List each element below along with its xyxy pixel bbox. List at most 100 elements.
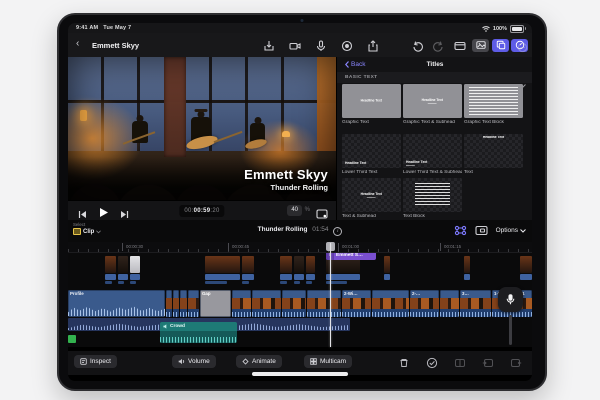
connected-clip[interactable]: [326, 256, 360, 284]
status-bar: 9:41 AMTue May 7 100%: [68, 23, 532, 33]
preset-thumbnail: [403, 178, 462, 212]
clip[interactable]: [440, 290, 459, 317]
titles-browser-icon[interactable]: [492, 39, 509, 52]
insert-clip-icon[interactable]: [482, 356, 494, 368]
media-browser-icon[interactable]: [454, 39, 466, 51]
title-preset-graphic-text[interactable]: Headline Text Graphic Text: [342, 84, 401, 125]
thumb-subhead-line: [428, 103, 437, 104]
clip[interactable]: [282, 290, 306, 317]
timeline-tracks[interactable]: T Emmett S… Profile: [68, 253, 532, 347]
connected-clip[interactable]: [130, 256, 140, 284]
clip[interactable]: [166, 290, 172, 317]
title-preset-graphic-text-subhead[interactable]: Headline Text Graphic Text & Subhead: [403, 84, 462, 125]
connected-clip[interactable]: [306, 256, 315, 284]
clip[interactable]: [232, 290, 251, 317]
panel-title: Titles: [337, 61, 532, 68]
clip[interactable]: [252, 290, 281, 317]
clock: 9:41 AM: [76, 25, 98, 31]
connected-clip[interactable]: [205, 256, 240, 284]
front-camera: [301, 19, 304, 22]
section-header[interactable]: BASIC TEXT: [337, 72, 532, 83]
timeline-scrollbar[interactable]: [509, 315, 512, 345]
connected-clip[interactable]: [384, 256, 390, 280]
title-preset-lower-third-text-subhead[interactable]: Headline Text Lower Third Text & Subhead: [403, 134, 462, 175]
preset-label: Graphic Text Block: [464, 120, 523, 125]
clip[interactable]: [180, 290, 187, 317]
info-icon[interactable]: i: [333, 227, 342, 236]
preset-thumbnail: Headline Text: [403, 84, 462, 118]
clip-label: Profile: [68, 290, 165, 298]
title-preset-text[interactable]: Headline Text Text: [464, 134, 523, 175]
clip[interactable]: [372, 290, 409, 317]
home-indicator[interactable]: [252, 372, 348, 376]
project-title: Emmett Skyy: [92, 41, 139, 50]
clip-label: 2-…: [410, 290, 439, 298]
clip-3[interactable]: 3…: [460, 290, 491, 317]
import-icon[interactable]: [263, 39, 275, 51]
connected-clip[interactable]: [105, 256, 116, 284]
photos-browser-icon[interactable]: [472, 39, 489, 52]
timeline-header: Select Clip Thunder Rolling 01:54 i: [68, 222, 532, 242]
connect-clip-icon[interactable]: [454, 356, 466, 368]
speaker-icon: [163, 324, 168, 329]
crowd-audio-clip[interactable]: Crowd: [160, 322, 237, 343]
title-preset-lower-third-text[interactable]: Headline Text Lower Third Text: [342, 134, 401, 175]
video-viewer[interactable]: Emmett Skyy Thunder Rolling: [68, 57, 336, 200]
timecode-hours: 00:: [184, 208, 193, 214]
connected-clip[interactable]: [118, 256, 128, 284]
timeline-ruler[interactable]: 00:00:30 00:00:45 00:01:00 00:01:15: [68, 242, 532, 253]
append-clip-icon[interactable]: [510, 356, 522, 368]
volume-button[interactable]: Volume: [172, 355, 216, 368]
button-label: Animate: [252, 358, 276, 365]
timecode-frames: :20: [210, 208, 219, 214]
clip-profile[interactable]: Profile: [68, 290, 165, 317]
microphone-icon[interactable]: [315, 39, 327, 51]
hide-browser-icon[interactable]: [517, 40, 528, 51]
page: 9:41 AMTue May 7 100% ‹ Emmett Skyy: [0, 0, 600, 400]
title-preset-graphic-text-block[interactable]: Graphic Text Block: [464, 84, 523, 125]
connected-clip[interactable]: [520, 256, 532, 280]
audio-waveform: [68, 304, 165, 316]
thumb-headline: Headline Text: [483, 136, 504, 139]
capture-icon[interactable]: [341, 39, 353, 51]
camera-icon[interactable]: [289, 39, 301, 51]
voiceover-record-button[interactable]: [498, 287, 523, 312]
title-preset-text-block[interactable]: Text Block: [403, 178, 462, 219]
connected-clip[interactable]: [242, 256, 254, 284]
viewer-zoom-value[interactable]: 40: [287, 205, 302, 216]
thumb-headline: Headline Text: [345, 162, 366, 165]
clip[interactable]: [307, 290, 341, 317]
delete-icon[interactable]: [398, 356, 410, 368]
overlay-subtitle: Thunder Rolling: [244, 183, 328, 192]
playhead[interactable]: [330, 243, 331, 347]
clip[interactable]: [173, 290, 179, 317]
title-clip[interactable]: T Emmett S…: [326, 253, 376, 260]
clip[interactable]: [188, 290, 199, 317]
approve-icon[interactable]: [426, 356, 438, 368]
timecode-display[interactable]: 00:00:59:20: [179, 205, 224, 217]
animate-button[interactable]: Animate: [236, 355, 282, 368]
preset-thumbnail: Headline Text: [464, 134, 523, 168]
connected-clip[interactable]: [464, 256, 470, 280]
status-right: 100%: [482, 25, 524, 33]
options-button[interactable]: Options: [496, 227, 526, 234]
clip-2[interactable]: 2-…: [410, 290, 439, 317]
connected-clip[interactable]: [294, 256, 304, 284]
back-chevron-icon[interactable]: ‹: [76, 38, 79, 50]
undo-icon[interactable]: [412, 39, 424, 51]
clip-gap[interactable]: Gap: [200, 290, 231, 317]
preset-label: Lower Third Text: [342, 170, 401, 175]
multicam-button[interactable]: Multicam: [304, 355, 352, 368]
object-tracker-icon[interactable]: [454, 225, 467, 236]
title-preset-text-subhead[interactable]: Headline Text Text & Subhead: [342, 178, 401, 219]
status-left: 9:41 AMTue May 7: [76, 25, 136, 31]
connected-clip[interactable]: [280, 256, 292, 284]
preset-thumbnail: Headline Text: [342, 178, 401, 212]
share-icon[interactable]: [367, 39, 379, 51]
redo-icon[interactable]: [432, 39, 444, 51]
ruler-label: 00:00:30: [122, 243, 143, 251]
ruler-label: 00:01:15: [440, 243, 461, 251]
inspect-button[interactable]: Inspect: [74, 355, 117, 368]
overlay-clip-icon[interactable]: [475, 225, 488, 236]
clip-2-wide[interactable]: 2-Wi…: [342, 290, 371, 317]
